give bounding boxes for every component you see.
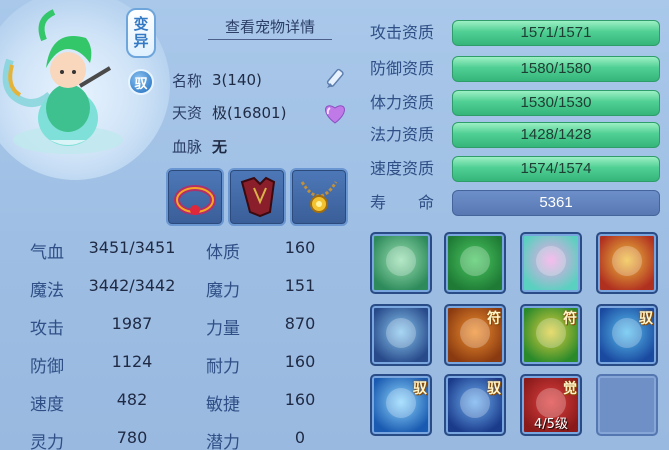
attribute-value: 160 (284, 352, 316, 371)
attribute-label: 力量 (206, 319, 240, 339)
mutation-tag: 变 异 (126, 8, 156, 58)
skill-tag: 觉 (563, 381, 577, 397)
bloodline-value: 无 (212, 137, 228, 156)
skill-tag: 符 (487, 311, 501, 327)
heart-skill-icon[interactable] (520, 232, 582, 294)
heart-icon[interactable] (322, 102, 348, 124)
collar-item-icon (174, 185, 216, 215)
bloodline-label: 血脉 (172, 137, 203, 156)
attribute-value: 870 (284, 314, 316, 333)
attribute-label: 敏捷 (206, 395, 240, 415)
skill-emblem (612, 318, 642, 348)
attribute-value: 151 (284, 276, 316, 295)
attribute-label: 魔力 (206, 281, 240, 301)
attribute-value: 160 (284, 238, 316, 257)
stat-value: 482 (116, 390, 148, 409)
attribute-value: 0 (294, 428, 306, 447)
life-label: 寿 命 (370, 193, 435, 212)
aptitude-label: 速度资质 (370, 159, 435, 178)
skill-emblem (536, 246, 566, 276)
talent-label: 天资 (172, 103, 203, 122)
stat-value: 3442/3442 (88, 276, 176, 295)
stat-value: 1124 (111, 352, 153, 371)
stat-label: 魔法 (30, 281, 64, 301)
strength-skill-icon[interactable] (444, 232, 506, 294)
rename-pen-icon[interactable] (322, 66, 348, 92)
skill-tag: 驭 (487, 381, 501, 397)
necklace-item-icon (300, 181, 338, 213)
skill-level: 4/5级 (534, 417, 568, 432)
name-label: 名称 (172, 71, 203, 90)
equip-slot-necklace[interactable] (290, 168, 348, 226)
aptitude-value-bar: 1530/1530 (452, 90, 660, 116)
mutation-char-2: 异 (133, 32, 149, 50)
awaken-skill-icon[interactable]: 觉 4/5级 (520, 374, 582, 436)
tame-badge: 驭 (128, 69, 154, 95)
bloodline-row: 血脉 无 (172, 134, 227, 158)
attribute-value: 160 (284, 390, 316, 409)
aptitude-value-bar: 1574/1574 (452, 156, 660, 182)
guard-shield-skill-icon[interactable]: 驭 (370, 374, 432, 436)
stat-label: 防御 (30, 357, 64, 377)
aptitude-label: 攻击资质 (370, 23, 435, 42)
stat-label: 气血 (30, 243, 64, 263)
skill-tag: 符 (563, 311, 577, 327)
aptitude-label: 体力资质 (370, 93, 435, 112)
view-pet-details-link[interactable]: 查看宠物详情 (208, 16, 332, 40)
stat-label: 攻击 (30, 319, 64, 339)
equip-slot-armor[interactable] (228, 168, 286, 226)
skill-emblem (536, 318, 566, 348)
wind-shield-skill-icon[interactable]: 驭 (444, 374, 506, 436)
blade-skill-icon[interactable] (596, 232, 658, 294)
shield-rune-skill-icon[interactable]: 符 (520, 304, 582, 366)
stat-value: 780 (116, 428, 148, 447)
horse-skill-icon[interactable] (370, 232, 432, 294)
stat-value: 1987 (111, 314, 153, 333)
mutation-char-1: 变 (133, 15, 149, 33)
attribute-label: 耐力 (206, 357, 240, 377)
aptitude-value-bar: 1580/1580 (452, 56, 660, 82)
skill-emblem (386, 318, 416, 348)
skill-emblem (460, 388, 490, 418)
ghost-claw-skill-icon[interactable] (370, 304, 432, 366)
empty-skill-slot[interactable] (596, 374, 658, 436)
attribute-label: 潜力 (206, 433, 240, 450)
name-value: 3(140) (212, 71, 262, 89)
aptitude-label: 法力资质 (370, 125, 435, 144)
skill-emblem (386, 388, 416, 418)
equip-slot-collar[interactable] (166, 168, 224, 226)
name-row: 名称 3(140) (172, 68, 262, 92)
aptitude-value-bar: 1428/1428 (452, 122, 660, 148)
skill-emblem (386, 246, 416, 276)
talent-value: 极(16801) (212, 103, 287, 122)
armor-item-icon (240, 176, 276, 218)
skill-tag: 驭 (413, 381, 427, 397)
aptitude-label: 防御资质 (370, 59, 435, 78)
attribute-label: 体质 (206, 243, 240, 263)
skill-emblem (612, 246, 642, 276)
life-value-bar: 5361 (452, 190, 660, 216)
wolf-skill-icon[interactable]: 驭 (596, 304, 658, 366)
stat-label: 灵力 (30, 433, 64, 450)
stat-label: 速度 (30, 395, 64, 415)
skill-emblem (460, 318, 490, 348)
stat-value: 3451/3451 (88, 238, 176, 257)
skill-tag: 驭 (639, 311, 653, 327)
beast-rune-skill-icon[interactable]: 符 (444, 304, 506, 366)
skill-emblem (460, 246, 490, 276)
aptitude-value-bar: 1571/1571 (452, 20, 660, 46)
talent-row: 天资 极(16801) (172, 100, 286, 124)
